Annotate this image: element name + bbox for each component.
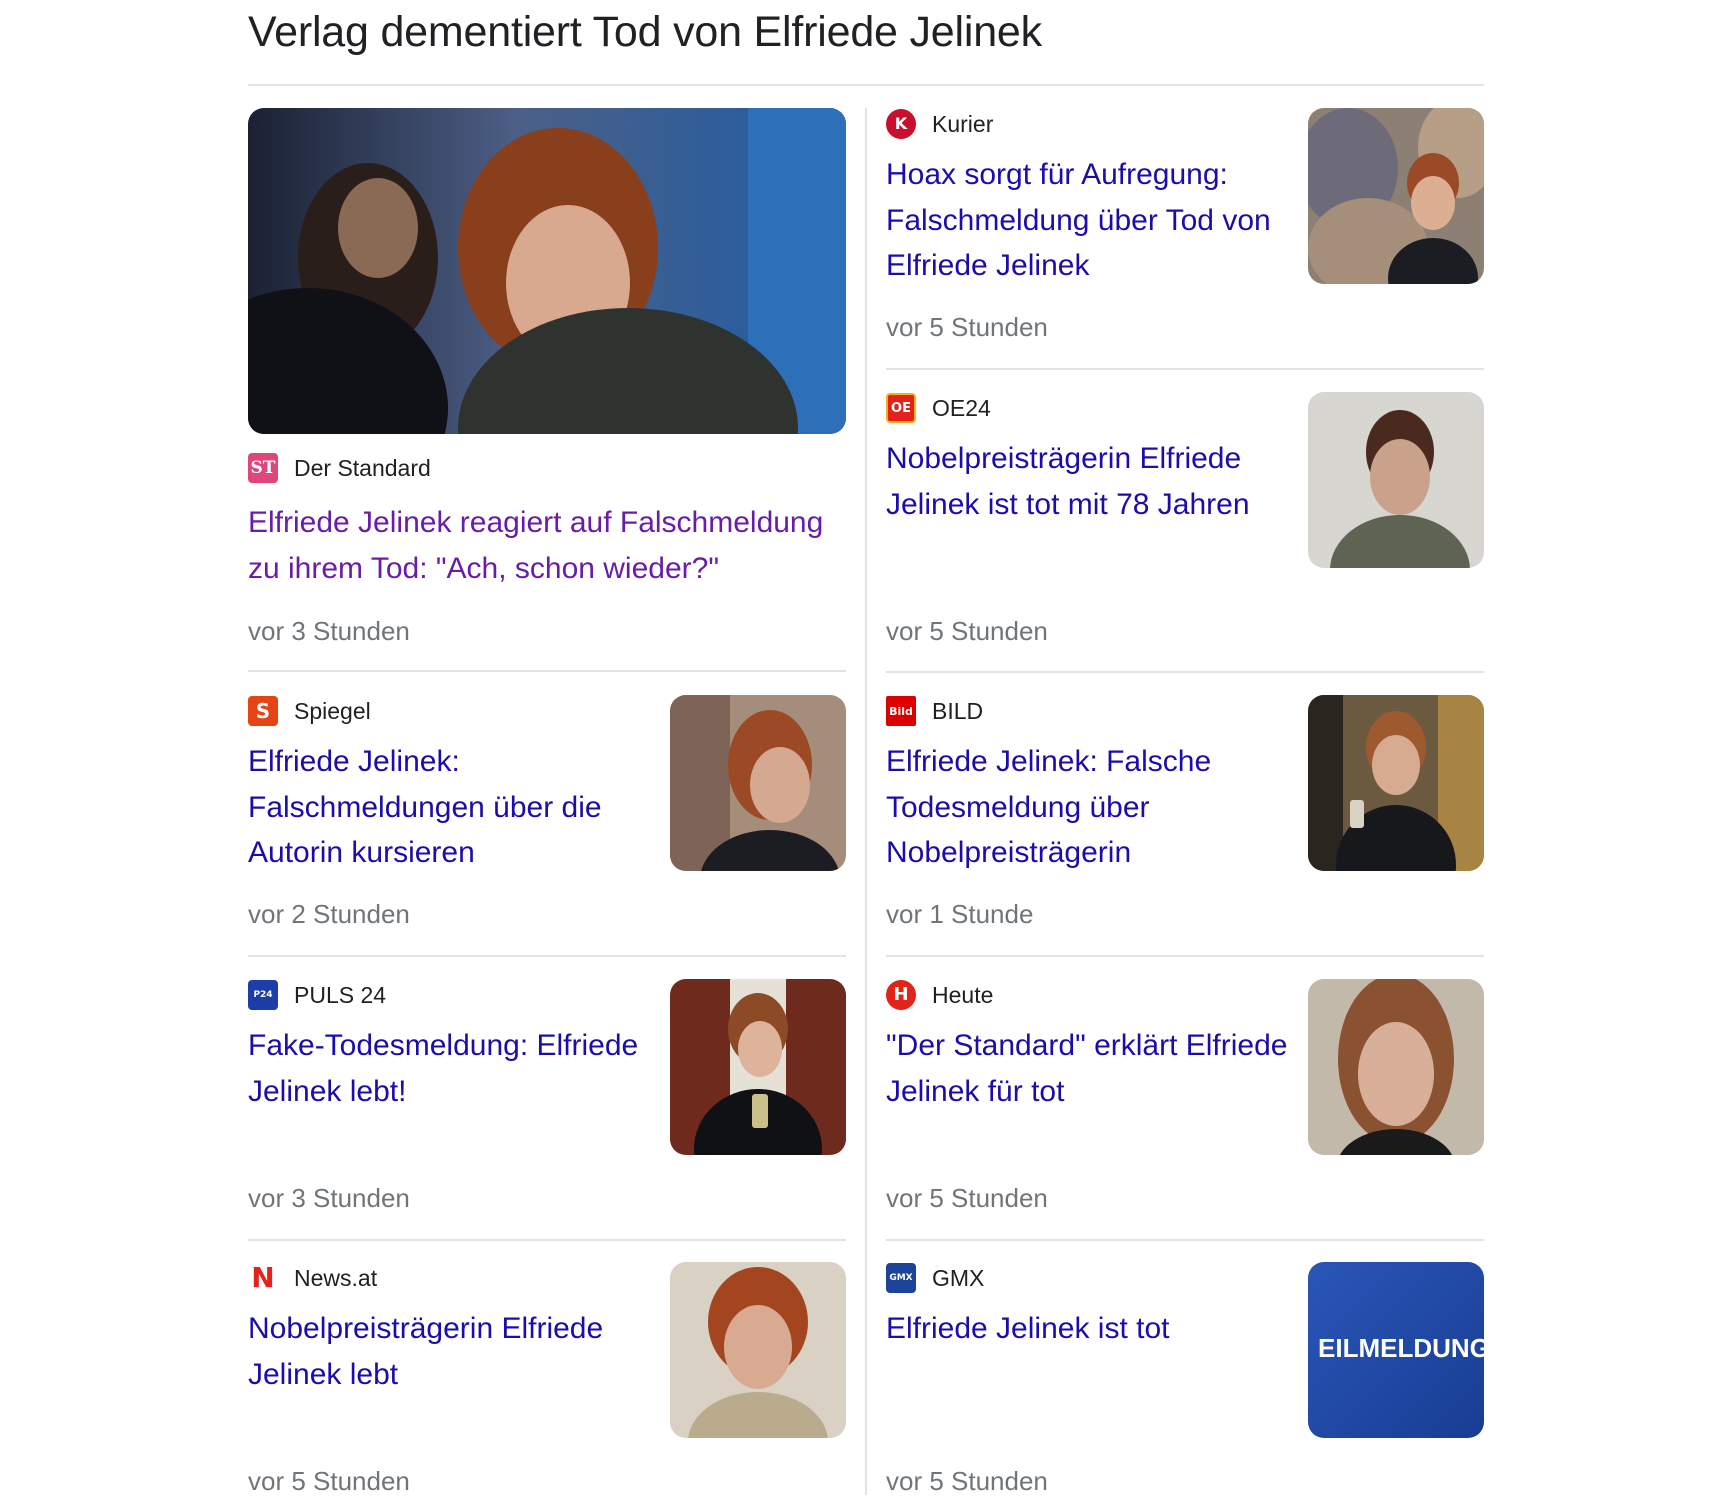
- article-source: ST Der Standard: [248, 452, 431, 484]
- article-title-link[interactable]: Elfriede Jelinek reagiert auf Falschmeld…: [248, 500, 846, 591]
- divider: [886, 671, 1484, 673]
- article-thumbnail[interactable]: EILMELDUNG: [1308, 1262, 1484, 1438]
- source-name: News.at: [294, 1264, 378, 1291]
- article-title-link[interactable]: Nobelpreisträgerin Elfriede Jelinek ist …: [886, 436, 1301, 527]
- article-title-link[interactable]: Elfriede Jelinek: Falsche Todesmeldung ü…: [886, 739, 1301, 876]
- article-thumbnail[interactable]: [1308, 695, 1484, 871]
- article-title-link[interactable]: Nobelpreisträgerin Elfriede Jelinek lebt: [248, 1306, 648, 1397]
- divider: [886, 1239, 1484, 1241]
- article-thumbnail[interactable]: [1308, 979, 1484, 1155]
- news-card-bild[interactable]: Bild BILD Elfriede Jelinek: Falsche Tode…: [886, 695, 1484, 957]
- source-name: Spiegel: [294, 697, 371, 724]
- article-time: vor 3 Stunden: [248, 1183, 410, 1213]
- article-thumbnail[interactable]: [1308, 392, 1484, 568]
- eilmeldung-text: EILMELDUNG: [1318, 1333, 1484, 1363]
- puls24-logo: P24: [248, 980, 278, 1010]
- news-card-puls24[interactable]: P24 PULS 24 Fake-Todesmeldung: Elfriede …: [248, 979, 846, 1241]
- article-time: vor 1 Stunde: [886, 899, 1034, 929]
- article-source: S Spiegel: [248, 695, 371, 727]
- article-time: vor 5 Stunden: [886, 1466, 1048, 1496]
- page-title: Verlag dementiert Tod von Elfriede Jelin…: [248, 8, 1042, 56]
- divider: [886, 955, 1484, 957]
- article-title-link[interactable]: Fake-Todesmeldung: Elfriede Jelinek lebt…: [248, 1023, 658, 1114]
- article-title-link[interactable]: Elfriede Jelinek ist tot: [886, 1306, 1301, 1352]
- article-source: OE OE24: [886, 392, 991, 424]
- article-source: GMX GMX: [886, 1262, 984, 1294]
- source-name: Heute: [932, 981, 994, 1008]
- article-thumbnail[interactable]: [670, 979, 846, 1155]
- article-thumbnail[interactable]: [1308, 108, 1484, 284]
- article-time: vor 2 Stunden: [248, 899, 410, 929]
- source-name: Der Standard: [294, 454, 431, 481]
- news-card-spiegel[interactable]: S Spiegel Elfriede Jelinek: Falschmeldun…: [248, 695, 846, 957]
- heute-logo: H: [886, 980, 916, 1010]
- article-thumbnail[interactable]: [670, 1262, 846, 1438]
- article-time: vor 5 Stunden: [248, 1466, 410, 1496]
- article-title-link[interactable]: "Der Standard" erklärt Elfriede Jelinek …: [886, 1023, 1301, 1114]
- divider: [248, 670, 846, 672]
- news-at-logo: N: [248, 1263, 278, 1293]
- divider: [248, 955, 846, 957]
- article-source: H Heute: [886, 979, 993, 1011]
- gmx-logo: GMX: [886, 1263, 916, 1293]
- news-card-news-at[interactable]: N News.at Nobelpreisträgerin Elfriede Je…: [248, 1262, 846, 1496]
- source-name: OE24: [932, 394, 991, 421]
- article-time: vor 5 Stunden: [886, 616, 1048, 646]
- divider: [248, 84, 1484, 86]
- source-name: GMX: [932, 1264, 985, 1291]
- spiegel-logo: S: [248, 696, 278, 726]
- divider: [886, 368, 1484, 370]
- article-source: N News.at: [248, 1262, 377, 1294]
- article-time: vor 5 Stunden: [886, 312, 1048, 342]
- news-card-oe24[interactable]: OE OE24 Nobelpreisträgerin Elfriede Jeli…: [886, 392, 1484, 673]
- source-name: PULS 24: [294, 981, 387, 1008]
- article-title-link[interactable]: Hoax sorgt für Aufregung: Falschmeldung …: [886, 152, 1301, 289]
- article-title-link[interactable]: Elfriede Jelinek: Falschmeldungen über d…: [248, 739, 638, 876]
- der-standard-logo: ST: [248, 453, 278, 483]
- article-thumbnail[interactable]: [670, 695, 846, 871]
- column-divider: [865, 108, 867, 1495]
- source-name: Kurier: [932, 110, 994, 137]
- article-image[interactable]: [248, 108, 846, 434]
- source-name: BILD: [932, 697, 984, 724]
- bild-logo: Bild: [886, 696, 916, 726]
- article-source: K Kurier: [886, 108, 993, 140]
- divider: [248, 1239, 846, 1241]
- news-card-heute[interactable]: H Heute "Der Standard" erklärt Elfriede …: [886, 979, 1484, 1241]
- article-time: vor 5 Stunden: [886, 1183, 1048, 1213]
- kurier-logo: K: [886, 109, 916, 139]
- article-source: P24 PULS 24: [248, 979, 386, 1011]
- oe24-logo: OE: [886, 393, 916, 423]
- news-card-gmx[interactable]: GMX GMX Elfriede Jelinek ist tot vor 5 S…: [886, 1262, 1484, 1496]
- article-source: Bild BILD: [886, 695, 983, 727]
- news-card-kurier[interactable]: K Kurier Hoax sorgt für Aufregung: Falsc…: [886, 108, 1484, 370]
- article-time: vor 3 Stunden: [248, 616, 410, 646]
- news-card-der-standard[interactable]: ST Der Standard Elfriede Jelinek reagier…: [248, 108, 846, 673]
